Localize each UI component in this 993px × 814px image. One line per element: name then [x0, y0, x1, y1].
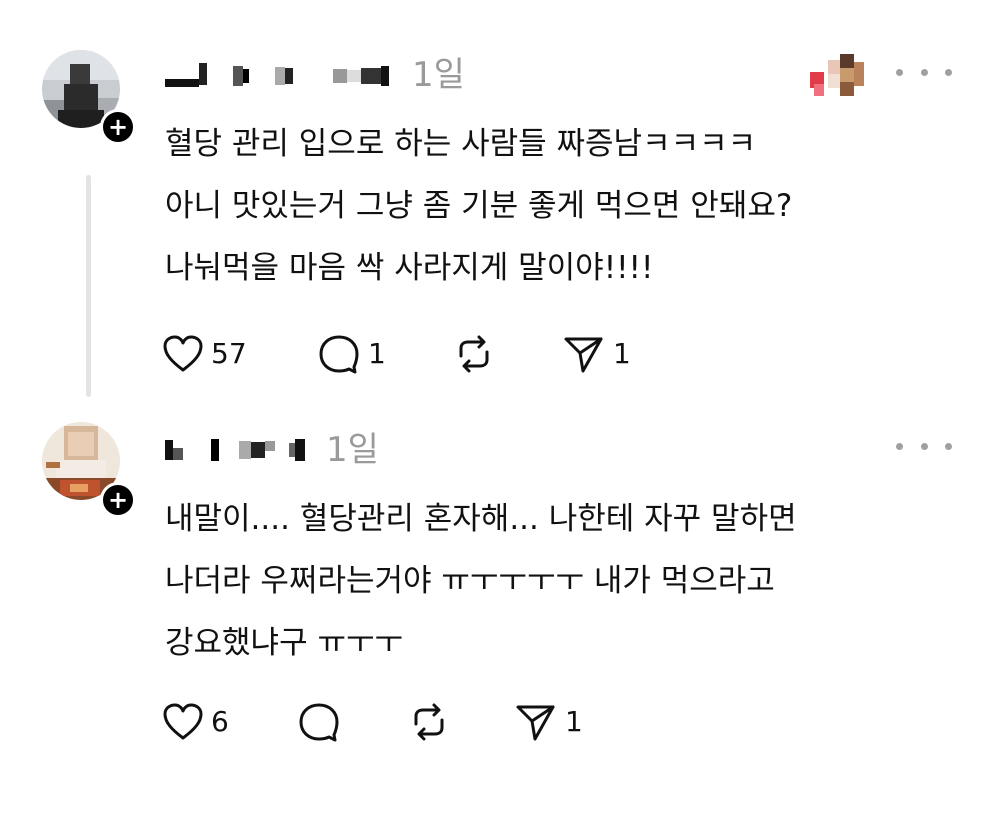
- send-icon: [564, 337, 603, 373]
- heart-icon: [163, 703, 203, 740]
- post-timestamp: 1일: [412, 55, 465, 95]
- like-count: 6: [211, 705, 229, 738]
- repost-icon: [414, 703, 444, 741]
- like-count: 57: [211, 337, 247, 370]
- username-redacted[interactable]: [165, 434, 305, 466]
- post-body-line: 강요했냐구 ㅠㅜㅜ: [165, 625, 404, 661]
- post-body-line: 아니 맛있는거 그냥 좀 기분 좋게 먹으면 안돼요?: [165, 188, 793, 224]
- like-button[interactable]: 6: [163, 700, 229, 744]
- share-count: 1: [565, 705, 583, 738]
- thread-post: + 1일 혈당 관리 입으로 하는 사람들 짜증남ㅋㅋㅋㅋ 아니 맛있는거 그냥…: [0, 0, 993, 400]
- share-button[interactable]: 1: [515, 700, 583, 744]
- reply-count: 1: [368, 337, 386, 370]
- post-body-line: 나더라 우쩌라는거야 ㅠㅜㅜㅜㅜ 내가 먹으라고: [165, 563, 775, 599]
- like-button[interactable]: 57: [163, 332, 247, 376]
- share-button[interactable]: 1: [563, 332, 631, 376]
- more-options-icon[interactable]: [896, 62, 952, 82]
- reply-button[interactable]: 1: [318, 332, 386, 376]
- send-icon: [516, 705, 555, 741]
- more-options-icon[interactable]: [896, 436, 952, 456]
- post-body: 혈당 관리 입으로 하는 사람들 짜증남ㅋㅋㅋㅋ 아니 맛있는거 그냥 좀 기분 …: [165, 113, 965, 299]
- post-body-line: 내말이.... 혈당관리 혼자해... 나한테 자꾸 말하면: [165, 501, 797, 537]
- repost-button[interactable]: [408, 700, 458, 744]
- heart-icon: [163, 335, 203, 372]
- post-timestamp: 1일: [326, 430, 379, 470]
- post-body-line: 혈당 관리 입으로 하는 사람들 짜증남ㅋㅋㅋㅋ: [165, 126, 757, 162]
- reply-button[interactable]: [298, 700, 348, 744]
- repost-icon: [459, 335, 489, 373]
- comment-icon: [299, 703, 339, 742]
- username-redacted[interactable]: [165, 60, 389, 92]
- thread-connector-line: [86, 175, 91, 397]
- comment-icon: [319, 335, 359, 374]
- post-body: 내말이.... 혈당관리 혼자해... 나한테 자꾸 말하면나더라 우쩌라는거야…: [165, 488, 965, 674]
- follow-plus-icon[interactable]: +: [100, 109, 136, 145]
- repost-button[interactable]: [453, 332, 503, 376]
- share-count: 1: [613, 337, 631, 370]
- post-body-line: 나눠먹을 마음 싹 사라지게 말이야!!!!: [165, 250, 654, 286]
- reaction-sticker-image: [810, 54, 870, 98]
- thread-post: + 1일 내말이.... 혈당관리 혼자해... 나한테 자꾸 말하면나더라 우…: [0, 400, 993, 814]
- follow-plus-icon[interactable]: +: [100, 482, 136, 518]
